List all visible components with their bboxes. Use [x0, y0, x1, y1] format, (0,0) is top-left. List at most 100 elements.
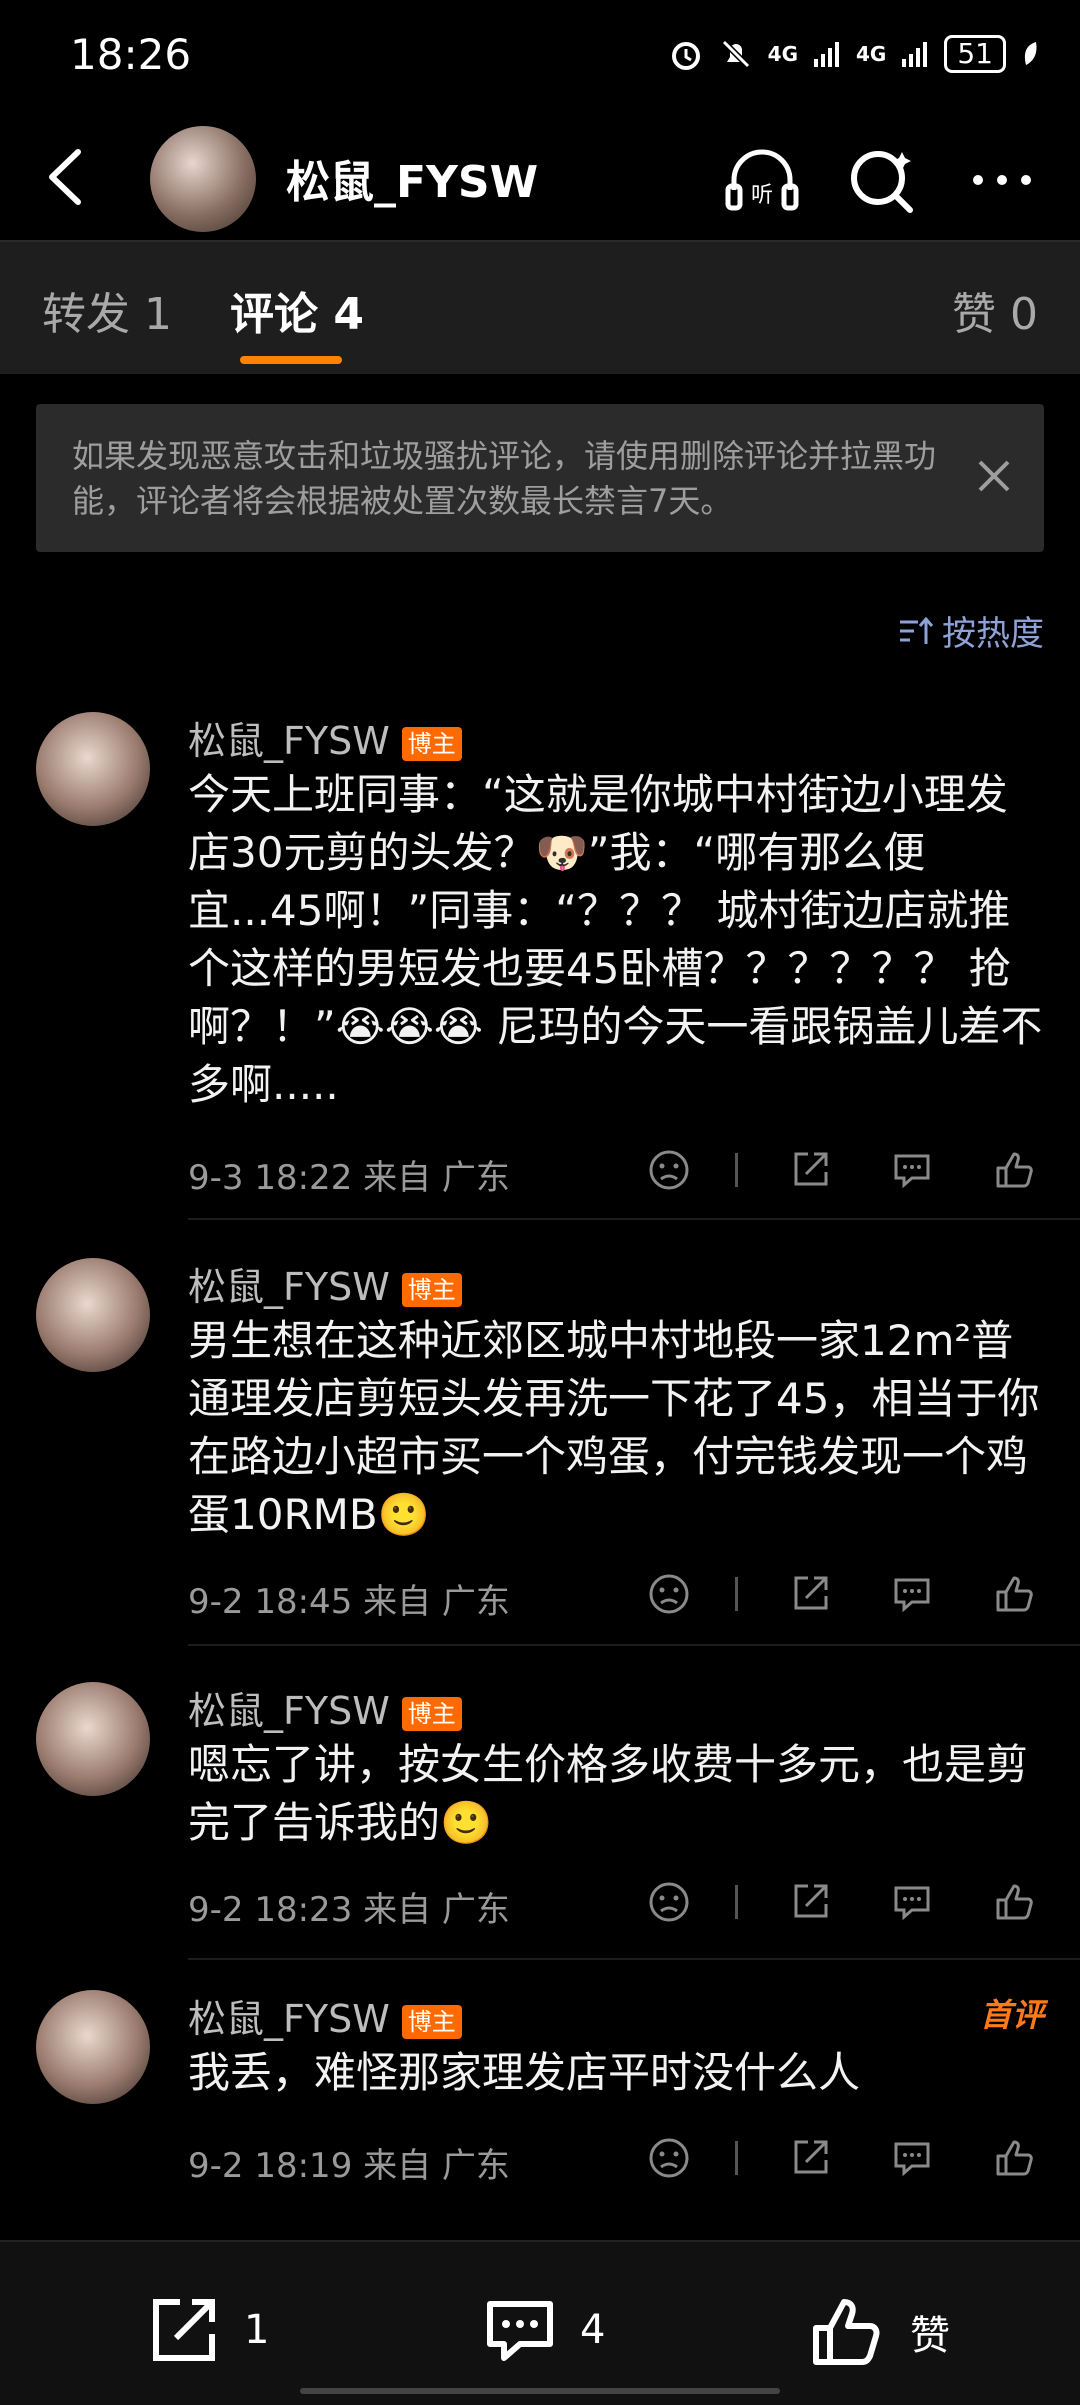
like-button[interactable]: 赞 — [808, 2292, 950, 2372]
action-separator — [735, 1885, 738, 1919]
share-icon — [794, 1884, 828, 1918]
thumbs-up-icon — [996, 1152, 1033, 1188]
status-time: 18:26 — [70, 30, 192, 79]
more-options-icon[interactable] — [960, 138, 1044, 222]
avatar[interactable] — [36, 1990, 150, 2104]
comment-actions — [597, 1140, 1044, 1200]
share-button[interactable] — [780, 2128, 840, 2188]
dislike-button[interactable] — [639, 1872, 699, 1932]
sort-icon — [900, 616, 934, 644]
share-icon — [153, 2299, 215, 2361]
bottom-action-bar: 1 4 赞 — [0, 2240, 1080, 2405]
status-bar: 18:26 4G 4G 51 — [0, 0, 1080, 118]
back-arrow-icon[interactable] — [36, 142, 96, 212]
dislike-button[interactable] — [639, 2128, 699, 2188]
avatar[interactable] — [150, 126, 256, 232]
like-button[interactable] — [984, 1564, 1044, 1624]
frown-face-icon — [649, 1150, 689, 1190]
author-name: 松鼠_FYSW — [188, 719, 390, 763]
action-separator — [735, 1577, 738, 1611]
repost-count: 1 — [244, 2307, 270, 2353]
listen-icon[interactable]: 听 — [720, 138, 804, 222]
like-button[interactable] — [984, 1872, 1044, 1932]
like-label: 赞 — [910, 2313, 950, 2359]
signal-icon-1 — [814, 42, 840, 67]
comment-meta: 9-2 18:23 来自 广东 — [188, 1890, 510, 1930]
comment-author[interactable]: 松鼠_FYSW 博主 — [188, 1988, 462, 2043]
comment-text: 我丢，难怪那家理发店平时没什么人 — [188, 2048, 861, 2097]
comment-icon — [487, 2301, 553, 2361]
comment-actions — [597, 1564, 1044, 1624]
like-button[interactable] — [984, 2128, 1044, 2188]
author-badge: 博主 — [401, 1272, 462, 1307]
tab-repost[interactable]: 转发 1 — [42, 278, 172, 342]
repost-button[interactable]: 1 — [146, 2292, 269, 2368]
share-icon — [794, 1576, 828, 1610]
action-separator — [735, 1153, 738, 1187]
battery-indicator: 51 — [944, 35, 1006, 73]
close-icon[interactable] — [974, 456, 1014, 496]
comment-text: 男生想在这种近郊区城中村地段一家12m²普通理发店剪短头发再洗一下花了45，相当… — [188, 1316, 1040, 1539]
comment-divider — [188, 1644, 1080, 1646]
comment-button[interactable]: 4 — [482, 2292, 605, 2368]
comment-divider — [188, 1218, 1080, 1220]
comment-icon — [894, 1578, 930, 1613]
tab-likes[interactable]: 赞 0 — [952, 278, 1038, 342]
reply-button[interactable] — [882, 1140, 942, 1200]
comment-icon — [894, 1154, 930, 1189]
comment-actions — [597, 2128, 1044, 2188]
dislike-button[interactable] — [639, 1140, 699, 1200]
gesture-bar[interactable] — [300, 2388, 780, 2394]
author-badge: 博主 — [401, 2004, 462, 2039]
search-icon[interactable] — [840, 138, 924, 222]
share-icon — [794, 1152, 828, 1186]
dislike-button[interactable] — [639, 1564, 699, 1624]
comment-divider — [188, 1958, 1080, 1960]
network-label-2: 4G — [856, 42, 887, 66]
mute-bell-icon — [721, 39, 750, 69]
comment-count: 4 — [580, 2307, 606, 2353]
comment-item: 松鼠_FYSW 博主 今天上班同事：“这就是你城中村街边小理发店30元剪的头发？🐶… — [0, 700, 1080, 1220]
tab-active-indicator — [240, 356, 342, 364]
reply-button[interactable] — [882, 1872, 942, 1932]
share-button[interactable] — [780, 1564, 840, 1624]
share-icon — [794, 2140, 828, 2174]
comment-item: 松鼠_FYSW 博主 首评 我丢，难怪那家理发店平时没什么人 9-2 18:19 … — [0, 1978, 1080, 2218]
tab-bar: 转发 1 评论 4 赞 0 — [0, 240, 1080, 374]
comment-actions — [597, 1872, 1044, 1932]
comment-author[interactable]: 松鼠_FYSW 博主 — [188, 710, 462, 765]
share-button[interactable] — [780, 1872, 840, 1932]
status-icons: 4G 4G 51 — [668, 34, 1040, 74]
comment-meta: 9-2 18:19 来自 广东 — [188, 2146, 510, 2186]
comment-icon — [894, 1886, 930, 1921]
comment-item: 松鼠_FYSW 博主 嗯忘了讲，按女生价格多收费十多元，也是剪完了告诉我的🙂 9-… — [0, 1670, 1080, 1960]
first-comment-badge: 首评 — [979, 1996, 1044, 2034]
like-button[interactable] — [984, 1140, 1044, 1200]
comment-meta: 9-2 18:45 来自 广东 — [188, 1582, 510, 1622]
reply-button[interactable] — [882, 2128, 942, 2188]
sort-toggle[interactable]: 按热度 — [898, 606, 1044, 655]
thumbs-up-icon — [813, 2299, 880, 2365]
author-badge: 博主 — [401, 1696, 462, 1731]
avatar[interactable] — [36, 1682, 150, 1796]
action-separator — [735, 2141, 738, 2175]
comment-author[interactable]: 松鼠_FYSW 博主 — [188, 1256, 462, 1311]
thumbs-up-icon — [996, 2140, 1033, 2176]
tab-comments[interactable]: 评论 4 — [230, 278, 364, 342]
avatar[interactable] — [36, 1258, 150, 1372]
page-title[interactable]: 松鼠_FYSW — [286, 146, 538, 210]
comment-icon — [894, 2142, 930, 2177]
leaf-icon — [1024, 42, 1037, 65]
author-name: 松鼠_FYSW — [188, 1689, 390, 1733]
reply-button[interactable] — [882, 1564, 942, 1624]
signal-icon-2 — [902, 42, 928, 67]
avatar[interactable] — [36, 712, 150, 826]
comment-author[interactable]: 松鼠_FYSW 博主 — [188, 1680, 462, 1735]
comment-meta: 9-3 18:22 来自 广东 — [188, 1158, 510, 1198]
thumbs-up-icon — [996, 1884, 1033, 1920]
author-name: 松鼠_FYSW — [188, 1997, 390, 2041]
share-button[interactable] — [780, 1140, 840, 1200]
alarm-icon — [671, 42, 700, 70]
frown-face-icon — [649, 2138, 689, 2178]
thumbs-up-icon — [996, 1576, 1033, 1612]
